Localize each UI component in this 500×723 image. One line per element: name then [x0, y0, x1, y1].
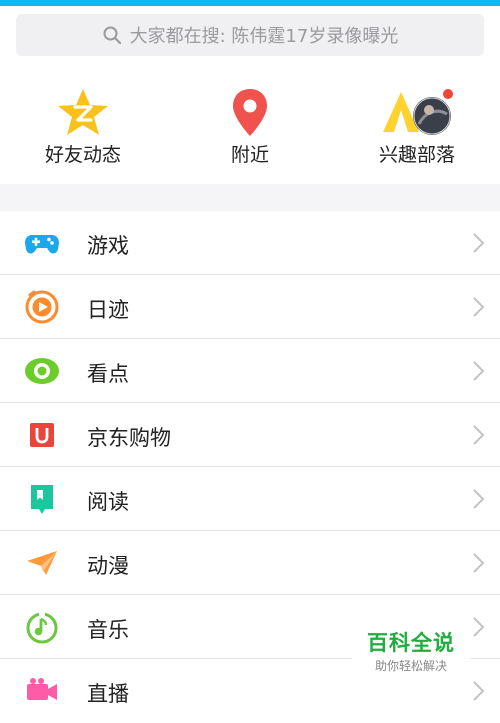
location-pin-icon [220, 86, 280, 140]
chevron-right-icon [472, 680, 486, 702]
search-area: 大家都在搜: 陈伟霆17岁录像曝光 [0, 6, 500, 66]
search-icon [102, 25, 122, 45]
search-input[interactable]: 大家都在搜: 陈伟霆17岁录像曝光 [130, 22, 399, 48]
chevron-right-icon [472, 424, 486, 446]
menu-item-label: 京东购物 [87, 426, 171, 450]
music-note-icon [24, 609, 60, 645]
menu-item-label: 游戏 [87, 234, 129, 258]
eye-icon [24, 353, 60, 389]
watermark-subtitle: 助你轻松解决 [374, 659, 447, 673]
daily-trace-icon [24, 289, 60, 325]
menu-item-label: 动漫 [87, 554, 129, 578]
menu-item-daily-trace[interactable]: 日迹 [0, 275, 500, 339]
qzone-star-icon [53, 86, 113, 140]
section-divider [0, 184, 500, 211]
menu-item-anime[interactable]: 动漫 [0, 531, 500, 595]
menu-item-label: 直播 [87, 682, 129, 706]
quick-entry-interest-tribe[interactable]: 兴趣部落 [334, 76, 500, 176]
chevron-right-icon [472, 232, 486, 254]
book-icon [24, 481, 60, 517]
menu-item-label: 阅读 [87, 490, 129, 514]
menu-item-jd-shopping[interactable]: 京东购物 [0, 403, 500, 467]
quick-entry-label: 兴趣部落 [378, 144, 455, 166]
watermark: 百科全说 助你轻松解决 [352, 628, 470, 682]
paper-plane-icon [24, 545, 60, 581]
chevron-right-icon [472, 360, 486, 382]
menu-item-label: 看点 [87, 362, 129, 386]
watermark-title: 百科全说 [367, 631, 455, 655]
quick-entry-friend-feed[interactable]: 好友动态 [0, 76, 166, 176]
chevron-right-icon [472, 488, 486, 510]
video-camera-icon [24, 673, 60, 709]
gamepad-icon [24, 225, 60, 261]
quick-entry-label: 附近 [230, 144, 269, 166]
chevron-right-icon [472, 552, 486, 574]
chevron-right-icon [472, 296, 486, 318]
search-box[interactable]: 大家都在搜: 陈伟霆17岁录像曝光 [16, 14, 484, 56]
menu-item-kandian[interactable]: 看点 [0, 339, 500, 403]
chevron-right-icon [472, 616, 486, 638]
jd-shopping-icon [24, 417, 60, 453]
menu-item-reading[interactable]: 阅读 [0, 467, 500, 531]
tribe-tent-icon [377, 86, 457, 140]
quick-entry-nearby[interactable]: 附近 [167, 76, 333, 176]
quick-entries: 好友动态 附近 兴趣部落 [0, 66, 500, 184]
quick-entry-label: 好友动态 [44, 144, 121, 166]
menu-item-label: 日迹 [87, 298, 129, 322]
menu-item-games[interactable]: 游戏 [0, 211, 500, 275]
menu-item-label: 音乐 [87, 618, 129, 642]
